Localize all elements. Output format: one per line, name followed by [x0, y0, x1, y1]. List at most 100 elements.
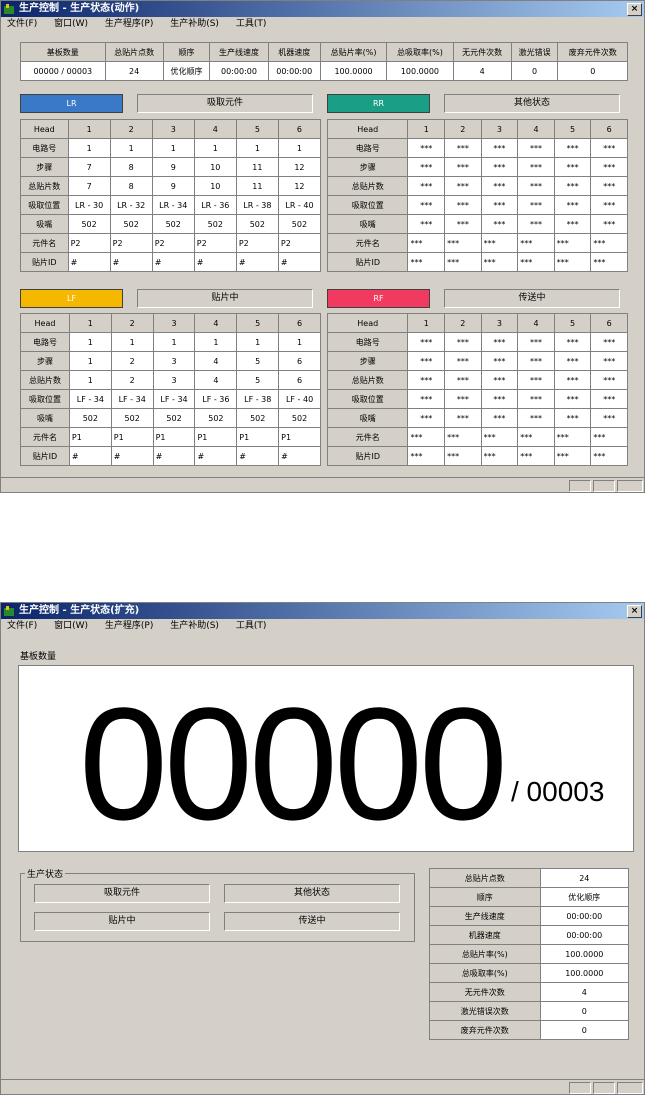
head-value-cell: 5 — [236, 370, 280, 390]
rr-status-button[interactable]: 其他状态 — [444, 94, 620, 113]
head-value-cell: 3 — [152, 370, 196, 390]
summary-value-row: 00000 / 00003 24 优化顺序 00:00:00 00:00:00 100.0… — [20, 61, 628, 81]
status-bar — [1, 1079, 644, 1094]
head-value-cell: *** — [480, 233, 519, 253]
row-label: 元件名 — [20, 233, 69, 253]
head-header-cell: 4 — [517, 119, 555, 139]
head-value-cell: LR - 36 — [193, 195, 237, 215]
head-table-rr: Head 1 2 3 4 5 6 电路号 *** *** *** *** *** *** 步骤 *** *** *… — [326, 119, 628, 272]
board-count-value: 00000 — [79, 674, 508, 853]
row-label: 吸嘴 — [20, 214, 69, 234]
head-value-cell: *** — [480, 370, 519, 390]
menu-production-program[interactable]: 生产程序(P) — [105, 621, 153, 631]
head-value-cell: 1 — [68, 351, 112, 371]
table-row: 贴片ID # # # # # # — [20, 446, 321, 466]
row-label: 吸取位置 — [20, 195, 69, 215]
table-row: 总贴片率(%) 100.0000 — [429, 944, 630, 964]
lf-status-button[interactable]: 贴片中 — [137, 289, 313, 308]
head-value-cell: *** — [444, 351, 482, 371]
rf-status-button[interactable]: 传送中 — [444, 289, 620, 308]
menu-file[interactable]: 文件(F) — [7, 19, 37, 29]
head-value-cell: *** — [590, 233, 628, 253]
state-other-button[interactable]: 其他状态 — [224, 884, 400, 903]
close-icon[interactable]: × — [627, 3, 642, 16]
head-value-cell: *** — [590, 427, 628, 447]
head-value-cell: 9 — [151, 176, 195, 196]
summary-value-cell: 0 — [557, 61, 628, 81]
head-value-cell: *** — [407, 370, 446, 390]
head-value-cell: # — [67, 252, 111, 272]
table-row: 贴片ID *** *** *** *** *** *** — [326, 446, 628, 466]
menu-window[interactable]: 窗口(W) — [54, 621, 88, 631]
menu-production-assist[interactable]: 生产补助(S) — [170, 19, 219, 29]
table-row: 吸嘴 502 502 502 502 502 502 — [20, 214, 322, 234]
row-label: 吸嘴 — [326, 214, 409, 234]
stat-value: 00:00:00 — [539, 925, 630, 945]
state-placing-button[interactable]: 贴片中 — [34, 912, 210, 931]
stats-table: 总贴片点数 24 顺序 优化顺序 生产线速度 00:00:00 机器速度 00:00:00 总贴… — [429, 868, 630, 1040]
menu-production-program[interactable]: 生产程序(P) — [105, 19, 153, 29]
summary-header-cell: 无元件次数 — [452, 42, 512, 62]
summary-header-cell: 废弃元件次数 — [557, 42, 628, 62]
menu-production-assist[interactable]: 生产补助(S) — [170, 621, 219, 631]
head-header-row: Head 1 2 3 4 5 6 — [326, 313, 628, 333]
row-label: 总贴片数 — [326, 370, 409, 390]
summary-value-cell: 00:00:00 — [267, 61, 321, 81]
head-value-cell: P2 — [67, 233, 111, 253]
menu-bar: 文件(F) 窗口(W) 生产程序(P) 生产补助(S) 工具(T) — [1, 17, 644, 31]
lr-status-button[interactable]: 吸取元件 — [137, 94, 313, 113]
menu-window[interactable]: 窗口(W) — [54, 19, 88, 29]
head-value-cell: 7 — [67, 157, 111, 177]
title-bar: 生产控制 - 生产状态(扩充) × — [1, 603, 644, 619]
head-value-cell: 2 — [110, 370, 154, 390]
stat-value: 24 — [539, 868, 630, 888]
head-value-cell: LF - 34 — [68, 389, 112, 409]
head-header-cell: Head — [326, 119, 409, 139]
head-header-cell: 2 — [109, 119, 153, 139]
head-header-cell: Head — [20, 119, 69, 139]
status-bar — [1, 477, 644, 492]
stat-value: 100.0000 — [539, 944, 630, 964]
head-header-cell: 6 — [590, 119, 628, 139]
head-value-cell: *** — [553, 157, 592, 177]
table-row: 无元件次数 4 — [429, 982, 630, 1002]
head-value-cell: *** — [553, 233, 592, 253]
stat-value: 00:00:00 — [539, 906, 630, 926]
summary-header-cell: 总吸取率(%) — [386, 42, 454, 62]
state-transfer-button[interactable]: 传送中 — [224, 912, 400, 931]
head-value-cell: P1 — [236, 427, 280, 447]
head-value-cell: 3 — [152, 351, 196, 371]
row-label: 总贴片数 — [326, 176, 409, 196]
head-value-cell: 12 — [277, 176, 322, 196]
head-value-cell: *** — [444, 370, 482, 390]
menu-tools[interactable]: 工具(T) — [236, 621, 267, 631]
state-pickup-button[interactable]: 吸取元件 — [34, 884, 210, 903]
table-row: 步骤 *** *** *** *** *** *** — [326, 157, 628, 177]
stat-value: 优化顺序 — [539, 887, 630, 907]
head-value-cell: *** — [480, 446, 519, 466]
summary-header-cell: 激光错误 — [510, 42, 559, 62]
head-header-cell: 6 — [590, 313, 628, 333]
head-value-cell: P2 — [193, 233, 237, 253]
head-value-cell: *** — [407, 138, 446, 158]
close-icon[interactable]: × — [627, 605, 642, 618]
head-value-cell: *** — [444, 427, 482, 447]
stat-value: 100.0000 — [539, 963, 630, 983]
head-value-cell: P2 — [235, 233, 279, 253]
head-header-cell: 4 — [193, 119, 237, 139]
head-value-cell: *** — [553, 351, 592, 371]
stat-label: 机器速度 — [429, 925, 541, 945]
head-header-cell: 4 — [194, 313, 238, 333]
head-value-cell: 1 — [277, 138, 322, 158]
table-row: 元件名 *** *** *** *** *** *** — [326, 233, 628, 253]
menu-file[interactable]: 文件(F) — [7, 621, 37, 631]
head-header-cell: 3 — [480, 119, 519, 139]
head-value-cell: *** — [444, 157, 482, 177]
head-header-cell: 5 — [235, 119, 279, 139]
app-icon — [4, 606, 14, 616]
head-value-cell: LR - 38 — [235, 195, 279, 215]
row-label: 吸取位置 — [326, 389, 409, 409]
head-value-cell: 502 — [110, 408, 154, 428]
row-label: 总贴片数 — [20, 176, 69, 196]
menu-tools[interactable]: 工具(T) — [236, 19, 267, 29]
